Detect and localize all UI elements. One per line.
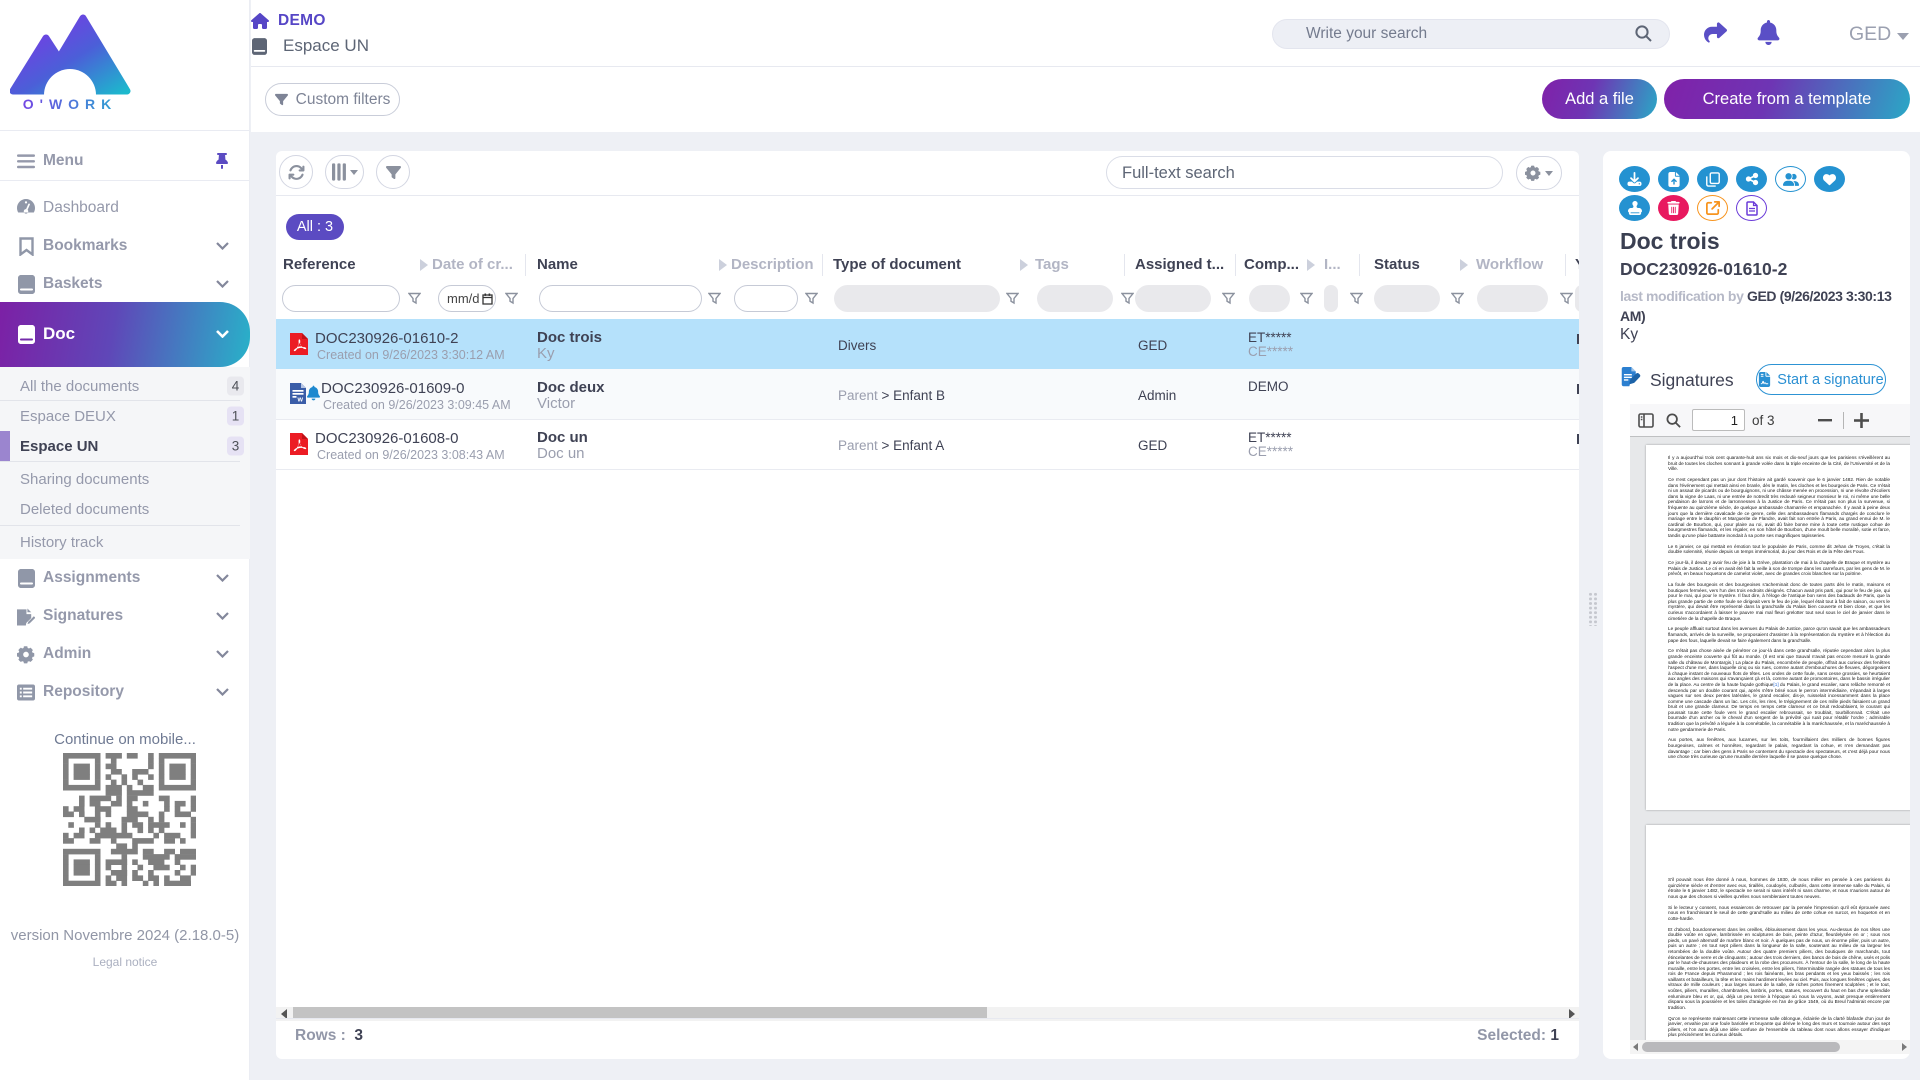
svg-text:w: w [297, 397, 304, 404]
